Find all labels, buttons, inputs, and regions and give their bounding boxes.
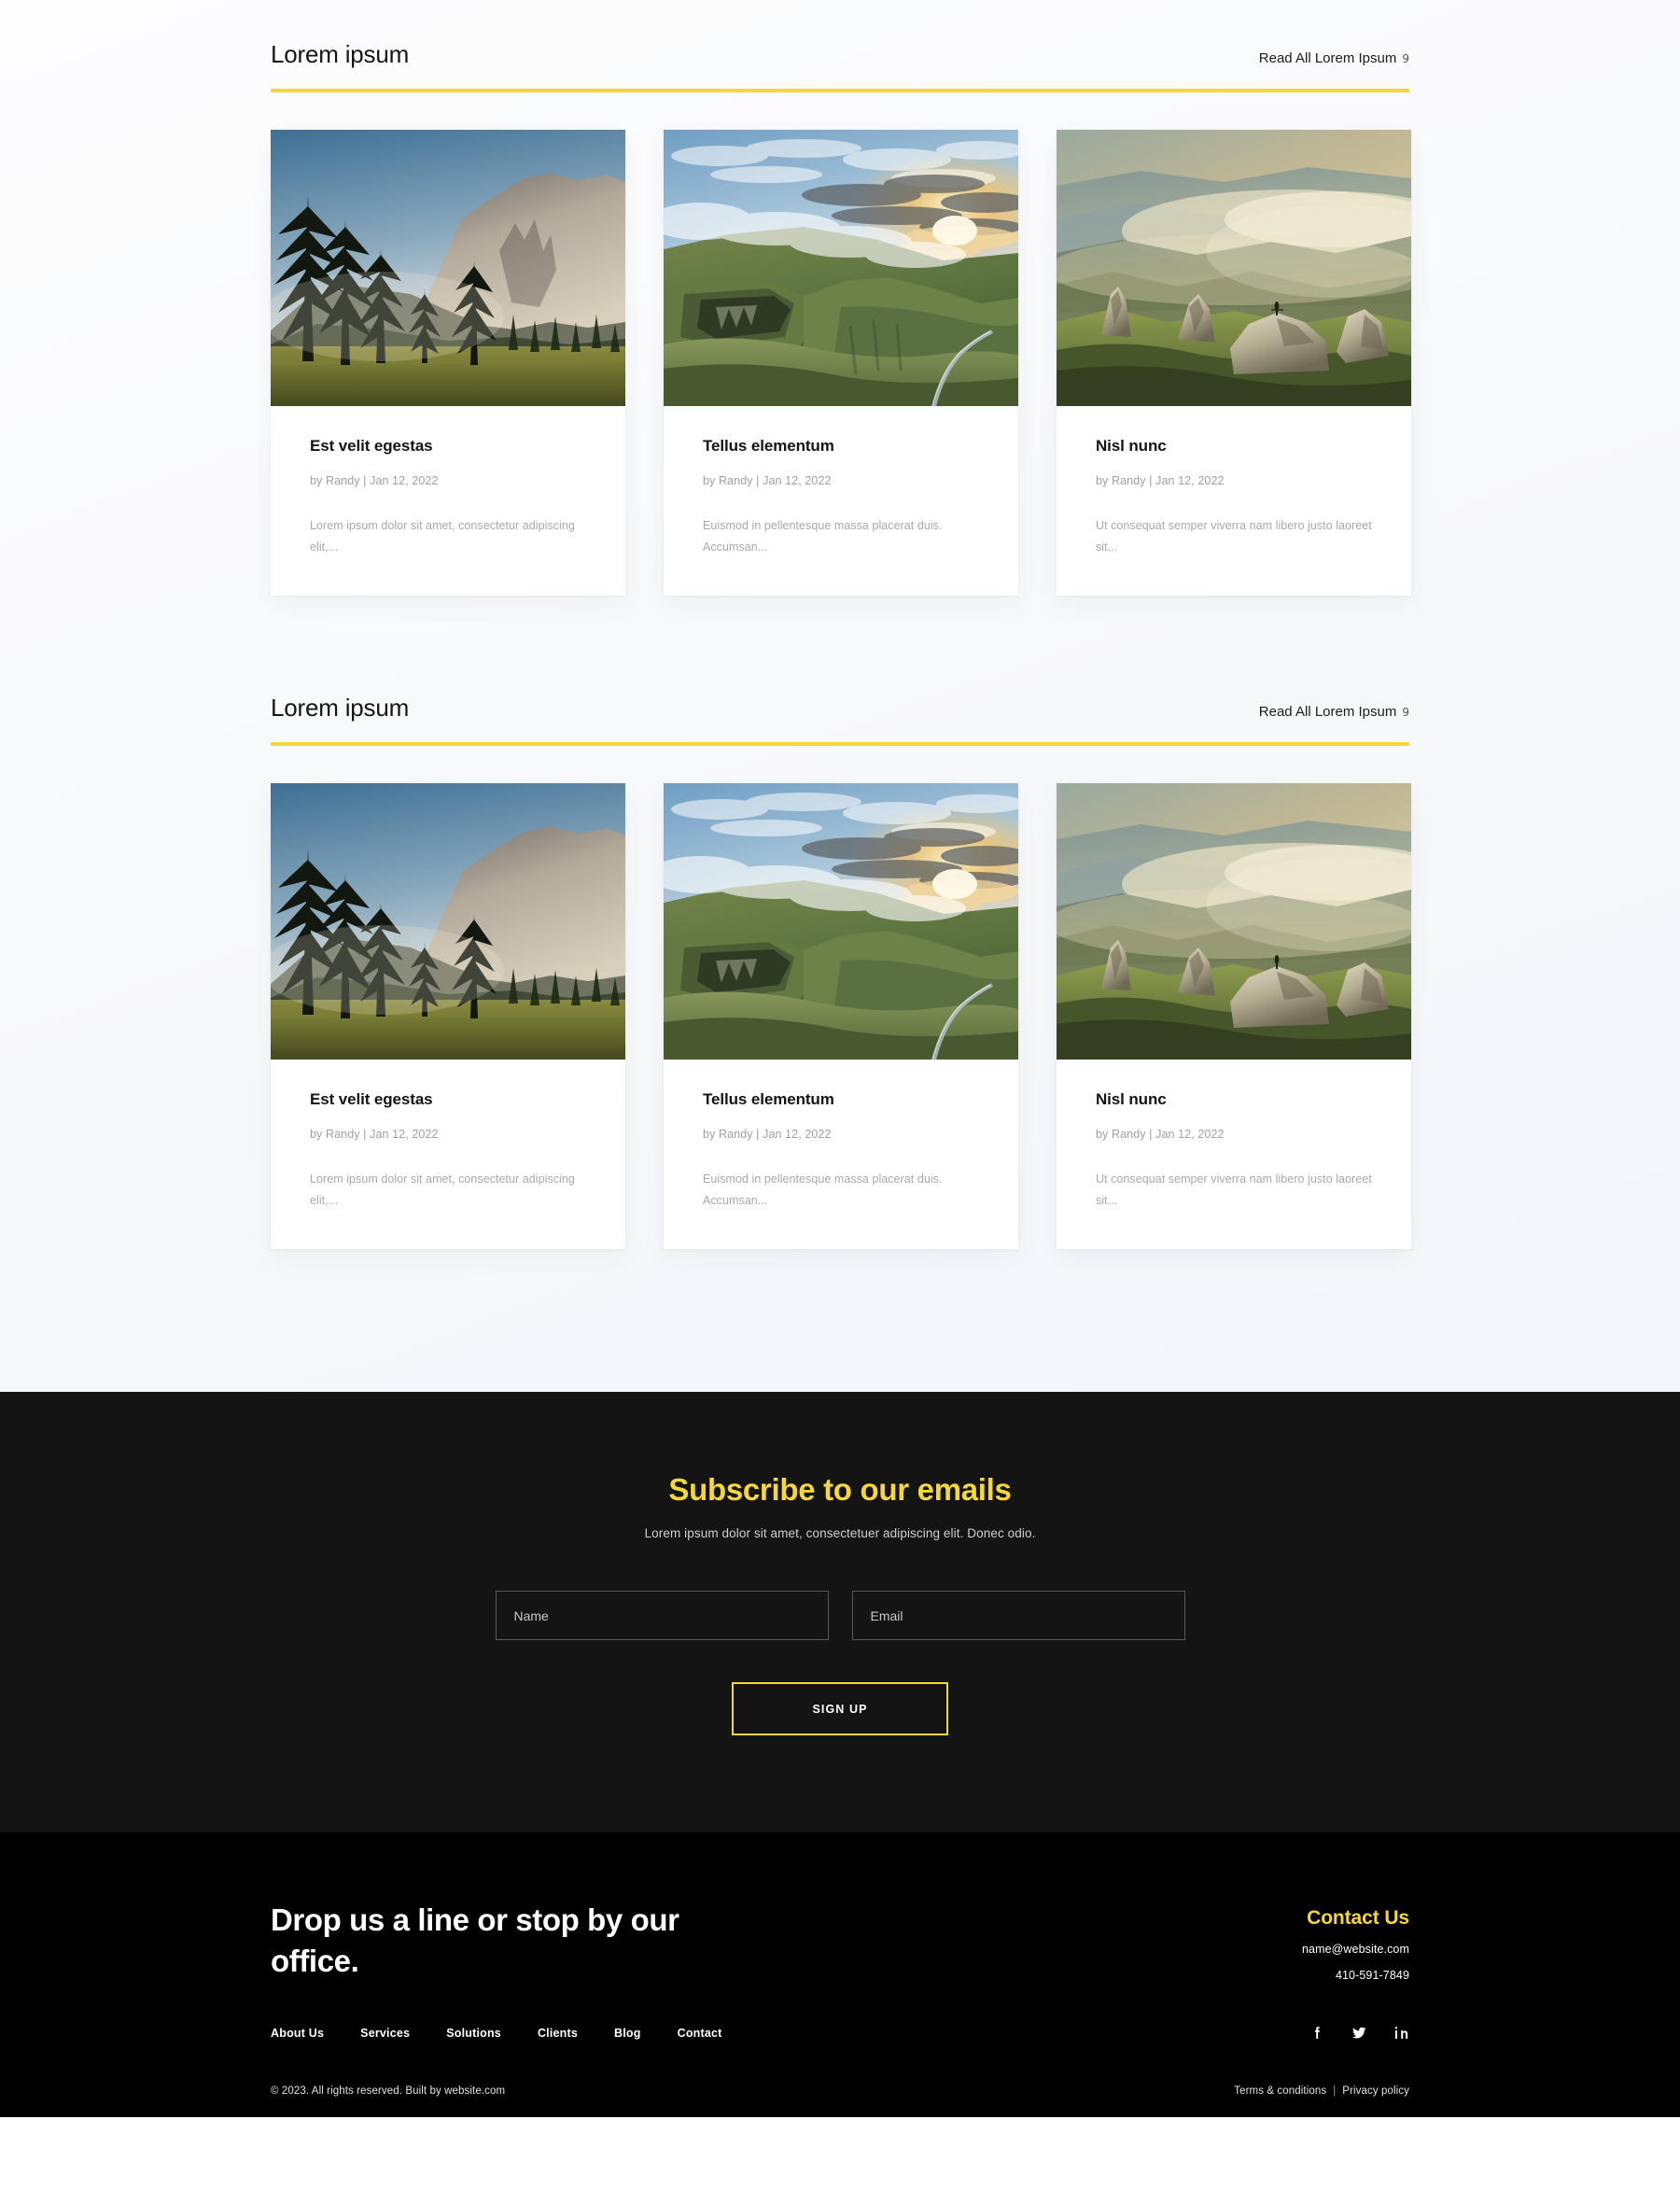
read-all-label: Read All Lorem Ipsum [1258, 49, 1397, 66]
name-input[interactable] [495, 1591, 829, 1640]
footer-container: Drop us a line or stop by our office. Co… [271, 1900, 1409, 2117]
card-meta: by Randy | Jan 12, 2022 [1096, 473, 1225, 487]
card-excerpt: Lorem ipsum dolor sit amet, consectetur … [310, 518, 575, 554]
section-header: Lorem ipsum Read All Lorem Ipsum 9 [271, 653, 1409, 722]
subscribe-subheading: Lorem ipsum dolor sit amet, consectetuer… [644, 1526, 1036, 1540]
terms-link[interactable]: Terms & conditions [1234, 2085, 1326, 2097]
footer-link-clients[interactable]: Clients [538, 2027, 578, 2040]
blog-card[interactable]: Est velit egestas by Randy | Jan 12, 202… [271, 782, 625, 1250]
contact-column: Contact Us name@website.com 410-591-7849 [1302, 1900, 1409, 1982]
arrow-right-icon: 9 [1402, 51, 1409, 65]
card-meta: by Randy | Jan 12, 2022 [310, 1127, 439, 1141]
card-meta: by Randy | Jan 12, 2022 [703, 1127, 832, 1141]
legal-separator: | [1333, 2085, 1337, 2098]
card-excerpt: Euismod in pellentesque massa placerat d… [703, 1172, 943, 1208]
read-all-label: Read All Lorem Ipsum [1258, 703, 1397, 720]
legal-links: Terms & conditions | Privacy policy [1234, 2085, 1409, 2097]
card-grid: Est velit egestas by Randy | Jan 12, 202… [271, 129, 1411, 597]
blog-area: Lorem ipsum Read All Lorem Ipsum 9 Est v… [0, 0, 1680, 1392]
subscribe-form [0, 1591, 1680, 1640]
blog-card[interactable]: Nisl nunc by Randy | Jan 12, 2022 Ut con… [1057, 782, 1411, 1250]
hazy-golden-mountain-ridge-photo [1057, 782, 1411, 1060]
yosemite-el-capitan-meadow-photo [271, 782, 625, 1060]
card-title: Est velit egestas [310, 1089, 433, 1108]
read-all-link[interactable]: Read All Lorem Ipsum 9 [1259, 50, 1409, 68]
card-body: Tellus elementum by Randy | Jan 12, 2022… [664, 1060, 1018, 1250]
hazy-golden-mountain-ridge-photo [1057, 129, 1411, 406]
section-divider-rule [271, 741, 1409, 746]
footer-bottom: © 2023. All rights reserved. Built by we… [271, 2085, 1409, 2117]
footer-link-contact[interactable]: Contact [678, 2027, 722, 2040]
yosemite-el-capitan-meadow-photo [271, 129, 625, 406]
section-divider-rule [271, 88, 1409, 92]
contact-title: Contact Us [1307, 1907, 1409, 1929]
subscribe-heading: Subscribe to our emails [668, 1472, 1012, 1507]
quiraing-skye-sunset-valley-photo [664, 129, 1018, 406]
card-body: Nisl nunc by Randy | Jan 12, 2022 Ut con… [1057, 1060, 1411, 1250]
privacy-link[interactable]: Privacy policy [1342, 2085, 1409, 2097]
blog-section-2: Lorem ipsum Read All Lorem Ipsum 9 Est v… [271, 653, 1411, 1250]
contact-email[interactable]: name@website.com [1302, 1943, 1409, 1956]
card-title: Tellus elementum [703, 1089, 834, 1108]
card-excerpt: Ut consequat semper viverra nam libero j… [1096, 518, 1372, 554]
twitter-icon[interactable] [1351, 2025, 1367, 2041]
blog-section-1: Lorem ipsum Read All Lorem Ipsum 9 Est v… [271, 0, 1411, 597]
card-grid: Est velit egestas by Randy | Jan 12, 202… [271, 782, 1411, 1250]
card-title: Est velit egestas [310, 436, 433, 455]
footer-link-solutions[interactable]: Solutions [446, 2027, 501, 2040]
arrow-right-icon: 9 [1402, 705, 1409, 719]
card-meta: by Randy | Jan 12, 2022 [703, 473, 832, 487]
card-title: Nisl nunc [1096, 1089, 1167, 1108]
facebook-icon[interactable] [1309, 2025, 1325, 2041]
contact-phone[interactable]: 410-591-7849 [1302, 1969, 1409, 1982]
read-all-link[interactable]: Read All Lorem Ipsum 9 [1259, 704, 1409, 722]
card-body: Tellus elementum by Randy | Jan 12, 2022… [664, 406, 1018, 597]
footer-tagline: Drop us a line or stop by our office. [271, 1902, 679, 1979]
card-body: Est velit egestas by Randy | Jan 12, 202… [271, 406, 625, 597]
footer-link-services[interactable]: Services [360, 2027, 410, 2040]
card-meta: by Randy | Jan 12, 2022 [310, 473, 439, 487]
card-excerpt: Euismod in pellentesque massa placerat d… [703, 518, 943, 554]
footer-link-about-us[interactable]: About Us [271, 2027, 324, 2040]
section-header: Lorem ipsum Read All Lorem Ipsum 9 [271, 0, 1409, 68]
copyright-text: © 2023. All rights reserved. Built by we… [271, 2085, 506, 2098]
section-title: Lorem ipsum [271, 40, 410, 68]
blog-card[interactable]: Tellus elementum by Randy | Jan 12, 2022… [664, 782, 1018, 1250]
card-excerpt: Ut consequat semper viverra nam libero j… [1096, 1172, 1372, 1208]
quiraing-skye-sunset-valley-photo [664, 782, 1018, 1060]
blog-card[interactable]: Est velit egestas by Randy | Jan 12, 202… [271, 129, 625, 597]
card-title: Nisl nunc [1096, 436, 1167, 455]
card-excerpt: Lorem ipsum dolor sit amet, consectetur … [310, 1172, 575, 1208]
footer-middle: About Us Services Solutions Clients Blog… [271, 2025, 1409, 2041]
card-body: Est velit egestas by Randy | Jan 12, 202… [271, 1060, 625, 1250]
footer-nav: About Us Services Solutions Clients Blog… [271, 2027, 722, 2040]
email-input[interactable] [851, 1591, 1185, 1640]
social-links [1309, 2025, 1409, 2041]
card-body: Nisl nunc by Randy | Jan 12, 2022 Ut con… [1057, 406, 1411, 597]
subscribe-section: Subscribe to our emails Lorem ipsum dolo… [0, 1392, 1680, 1832]
card-title: Tellus elementum [703, 436, 834, 455]
linkedin-icon[interactable] [1393, 2025, 1409, 2041]
footer-top: Drop us a line or stop by our office. Co… [271, 1900, 1409, 1982]
page-root: Lorem ipsum Read All Lorem Ipsum 9 Est v… [0, 0, 1680, 2204]
footer-link-blog[interactable]: Blog [614, 2027, 641, 2040]
signup-button[interactable]: SIGN UP [732, 1682, 948, 1735]
section-title: Lorem ipsum [271, 694, 410, 723]
blog-card[interactable]: Nisl nunc by Randy | Jan 12, 2022 Ut con… [1057, 129, 1411, 597]
blog-card[interactable]: Tellus elementum by Randy | Jan 12, 2022… [664, 129, 1018, 597]
site-footer: Drop us a line or stop by our office. Co… [0, 1832, 1680, 2118]
card-meta: by Randy | Jan 12, 2022 [1096, 1127, 1225, 1141]
